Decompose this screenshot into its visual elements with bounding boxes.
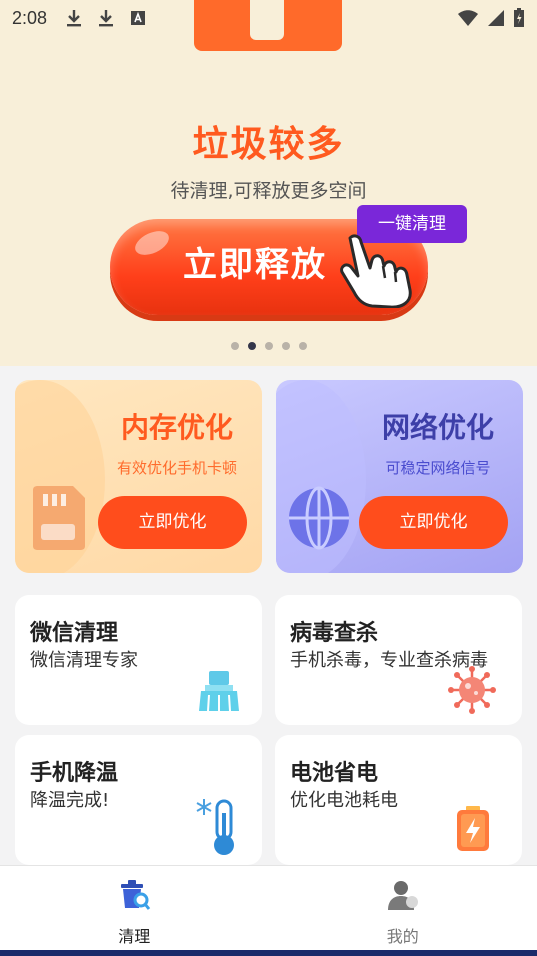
wifi-icon xyxy=(458,10,478,26)
tool-title: 病毒查杀 xyxy=(290,621,379,646)
nav-label-clean: 清理 xyxy=(118,927,151,946)
user-icon xyxy=(387,881,418,910)
banner-pager xyxy=(0,342,537,350)
status-right xyxy=(457,8,525,28)
pager-dot[interactable] xyxy=(230,342,239,350)
virus-scan-card[interactable]: 病毒查杀 手机杀毒，专业查杀病毒 xyxy=(275,595,522,725)
battery-icon xyxy=(457,806,489,851)
virus-icon xyxy=(448,666,496,714)
network-optimize-button[interactable]: 立即优化 xyxy=(359,496,508,549)
banner: 垃圾较多 待清理,可释放更多空间 立即释放 一键清理 xyxy=(0,0,537,366)
tool-title: 微信清理 xyxy=(30,621,119,646)
pager-dot[interactable] xyxy=(281,342,290,350)
memory-optimize-card[interactable]: 内存优化 有效优化手机卡顿 立即优化 xyxy=(15,380,262,573)
memory-desc: 有效优化手机卡顿 xyxy=(116,459,237,477)
banner-subtitle: 待清理,可释放更多空间 xyxy=(170,180,367,202)
sd-card-icon xyxy=(33,486,85,550)
signal-icon xyxy=(488,10,504,26)
bottom-nav: 清理 我的 xyxy=(0,865,537,950)
status-time: 2:08 xyxy=(12,7,48,28)
nav-item-clean[interactable]: 清理 xyxy=(0,866,269,950)
pointing-hand-icon xyxy=(340,234,412,308)
battery-charging-icon xyxy=(514,8,524,27)
download-icon xyxy=(95,7,117,29)
nav-label-mine: 我的 xyxy=(386,927,419,946)
pager-dot[interactable] xyxy=(298,342,307,350)
system-taskbar-strip xyxy=(0,950,537,956)
phone-cooling-card[interactable]: 手机降温 降温完成! xyxy=(15,735,262,865)
wechat-clean-card[interactable]: 微信清理 微信清理专家 xyxy=(15,595,262,725)
tool-desc: 微信清理专家 xyxy=(30,650,138,671)
memory-optimize-button[interactable]: 立即优化 xyxy=(98,496,247,549)
network-desc: 可稳定网络信号 xyxy=(385,459,491,477)
nav-item-mine[interactable]: 我的 xyxy=(269,866,537,950)
pager-dot-active[interactable] xyxy=(247,342,256,350)
status-bar: 2:08 xyxy=(0,0,537,36)
tool-title: 手机降温 xyxy=(30,761,119,786)
thermometer-icon xyxy=(196,799,234,855)
tool-title: 电池省电 xyxy=(290,761,379,786)
globe-icon xyxy=(289,486,349,550)
a-box-icon xyxy=(127,7,149,29)
broom-icon xyxy=(199,671,239,712)
tool-desc: 降温完成! xyxy=(30,790,110,811)
network-title: 网络优化 xyxy=(381,411,494,444)
trash-clean-icon xyxy=(121,880,151,910)
battery-save-card[interactable]: 电池省电 优化电池耗电 xyxy=(275,735,522,865)
memory-title: 内存优化 xyxy=(120,411,233,444)
banner-title: 垃圾较多 xyxy=(192,124,345,165)
network-optimize-card[interactable]: 网络优化 可稳定网络信号 立即优化 xyxy=(276,380,523,573)
download-icon xyxy=(63,7,85,29)
pager-dot[interactable] xyxy=(264,342,273,350)
tool-desc: 优化电池耗电 xyxy=(290,790,398,811)
